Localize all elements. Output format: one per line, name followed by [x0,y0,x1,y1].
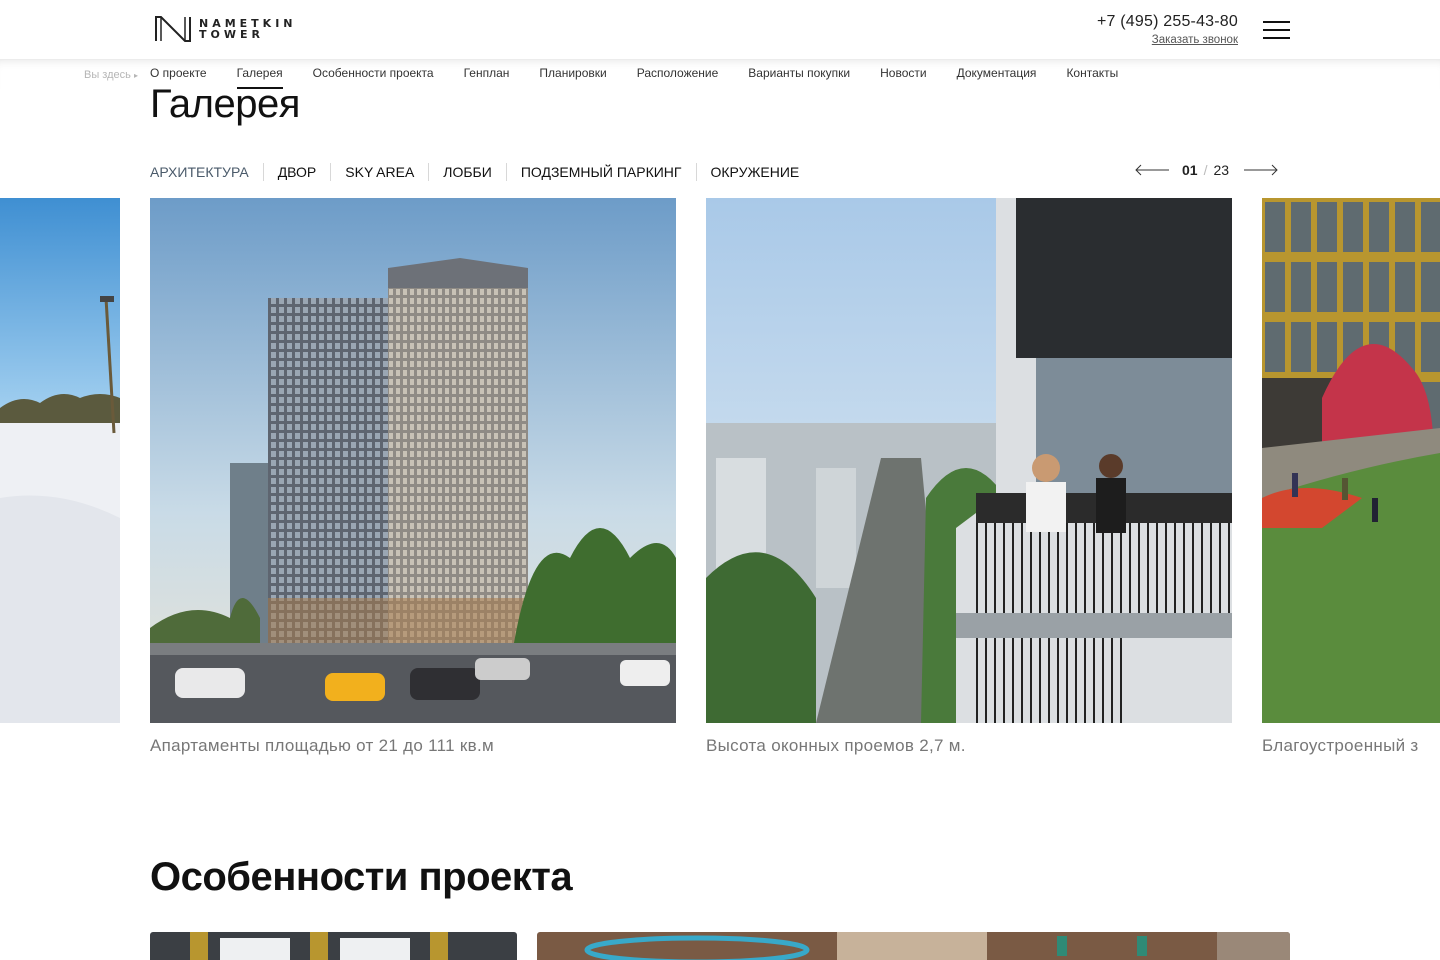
tab-divider [428,163,430,181]
feature-facade-image [150,932,517,960]
gallery-pager: 01 / 23 [1134,161,1279,179]
arrow-left-icon[interactable] [1134,161,1170,179]
gallery-slide-winter-park[interactable] [0,198,120,723]
slide-caption-courtyard: Благоустроенный з [1262,736,1419,755]
gallery-tab[interactable]: ЛОББИ [443,164,492,180]
feature-card-facade[interactable] [150,932,517,960]
breadcrumb-hint: Вы здесь ▸ [84,69,138,81]
section-nav-item[interactable]: Генплан [464,66,510,89]
gallery-slide-courtyard[interactable] [1262,198,1440,723]
pager-current: 01 [1182,162,1198,178]
section-nav-item[interactable]: О проекте [150,66,207,89]
section-nav-items: О проекте Галерея Особенности проекта Генпл… [150,66,1148,89]
site-header: NAMETKIN TOWER +7 (495) 255-43-80 Заказа… [0,0,1440,60]
gallery-slide-balcony[interactable] [706,198,1232,723]
tower-exterior-render [150,198,676,723]
courtyard-render [1262,198,1440,723]
balcony-view-render [706,198,1232,723]
logo-line-2: TOWER [199,28,264,41]
feature-card-lobby[interactable] [537,932,1290,960]
pager-total: 23 [1213,162,1230,178]
section-nav: Вы здесь ▸ О проекте Галерея Особенности п… [0,60,1440,89]
phone-number[interactable]: +7 (495) 255-43-80 [1097,13,1238,31]
tab-divider [505,163,507,181]
section-nav-item[interactable]: Планировки [539,66,606,89]
chevron-right-icon: ▸ [133,71,138,80]
section-nav-item[interactable]: Контакты [1066,66,1118,89]
section-nav-item[interactable]: Варианты покупки [748,66,850,89]
gallery-tab[interactable]: ПОДЗЕМНЫЙ ПАРКИНГ [521,164,682,180]
gallery-tab[interactable]: SKY AREA [345,164,414,180]
section-nav-item[interactable]: Галерея [236,66,283,89]
logo[interactable]: NAMETKIN TOWER [155,16,297,42]
feature-lobby-image [537,932,1290,960]
gallery-tab[interactable]: ДВОР [278,164,317,180]
winter-park-photo [0,198,120,723]
logo-wordmark: NAMETKIN TOWER [199,18,297,40]
gallery-tabs: АРХИТЕКТУРА ДВОР SKY AREA ЛОББИ ПОДЗЕМНЫЙ ПА… [150,163,799,181]
logo-mark-icon [155,16,191,42]
menu-icon[interactable] [1263,21,1290,39]
gallery-tab[interactable]: ОКРУЖЕНИЕ [711,164,800,180]
features-title: Особенности проекта [150,855,573,899]
section-nav-item[interactable]: Документация [957,66,1037,89]
arrow-right-icon[interactable] [1243,161,1279,179]
request-call-link[interactable]: Заказать звонок [1097,34,1238,46]
section-nav-item[interactable]: Особенности проекта [313,66,434,89]
slide-caption-tower: Апартаменты площадью от 21 до 111 кв.м [150,736,495,755]
pager-separator: / [1203,162,1208,178]
gallery-tab[interactable]: АРХИТЕКТУРА [150,164,249,180]
breadcrumb-hint-label: Вы здесь [84,69,131,81]
tab-divider [262,163,264,181]
tab-divider [695,163,697,181]
slide-caption-balcony: Высота оконных проемов 2,7 м. [706,736,966,755]
contact-block: +7 (495) 255-43-80 Заказать звонок [1097,13,1238,46]
section-nav-item[interactable]: Новости [880,66,926,89]
tab-divider [330,163,332,181]
section-nav-item[interactable]: Расположение [637,66,719,89]
gallery-slide-tower[interactable] [150,198,676,723]
